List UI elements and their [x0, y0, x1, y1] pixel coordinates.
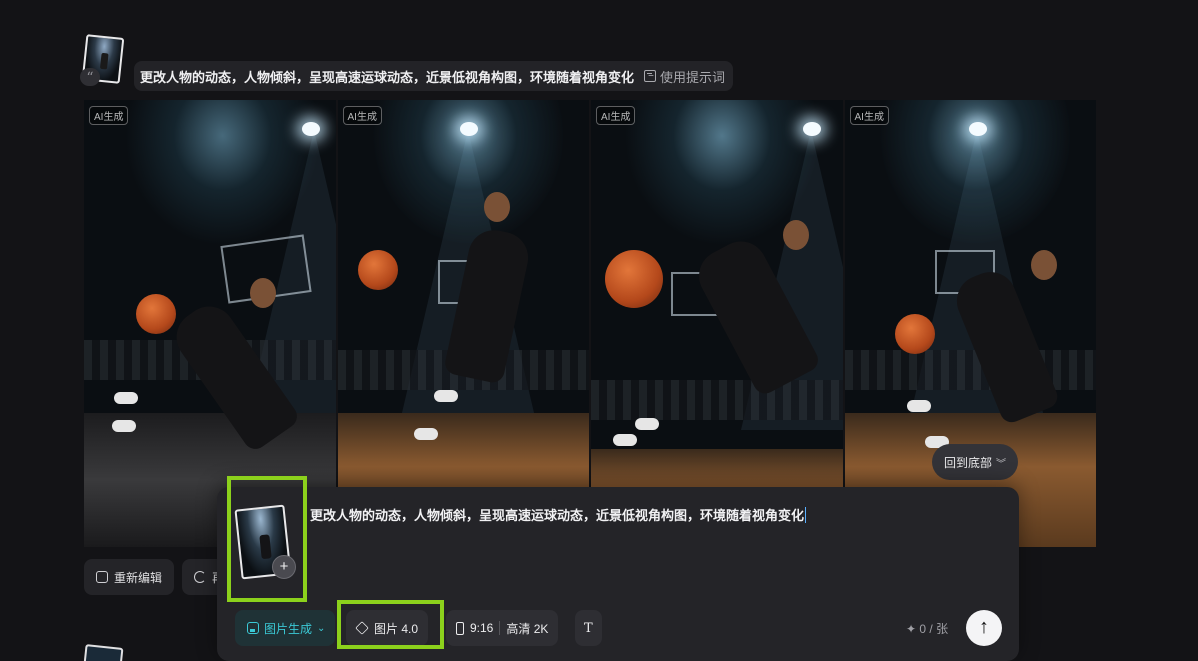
- re-edit-button[interactable]: 重新编辑: [84, 559, 175, 595]
- prompt-text: 更改人物的动态，人物倾斜，呈现高速运球动态，近景低视角构图，环境随着视角变化: [140, 69, 635, 85]
- ai-generated-tag: AI生成: [89, 106, 129, 125]
- highlight-box-model: [337, 600, 444, 649]
- generated-image-2[interactable]: AI生成: [337, 100, 589, 547]
- ai-generated-tag: AI生成: [596, 106, 636, 125]
- shoe: [413, 428, 438, 440]
- generated-image-3[interactable]: AI生成: [591, 100, 843, 547]
- mode-label: 图片生成: [264, 621, 313, 636]
- prompt-input[interactable]: 更改人物的动态，人物倾斜，呈现高速运球动态，近景低视角构图，环境随着视角变化: [310, 505, 807, 524]
- edit-icon: [96, 571, 108, 583]
- shoe: [906, 400, 931, 412]
- text-style-button[interactable]: T: [575, 610, 602, 646]
- send-button[interactable]: ↑: [966, 610, 1002, 646]
- prompt-input-text: 更改人物的动态，人物倾斜，呈现高速运球动态，近景低视角构图，环境随着视角变化: [310, 508, 805, 523]
- back-to-bottom-button[interactable]: 回到底部 ︾: [932, 444, 1018, 480]
- phone-ratio-icon: [456, 621, 464, 635]
- basketball: [136, 294, 176, 334]
- ai-generated-tag: AI生成: [342, 106, 382, 125]
- spotlight: [968, 122, 987, 136]
- basketball: [894, 314, 935, 354]
- use-prompt-button[interactable]: 使用提示词: [644, 67, 725, 86]
- crowd: [591, 380, 843, 420]
- shoe: [613, 434, 637, 446]
- text-caret: [805, 507, 807, 523]
- text-style-icon: T: [584, 620, 593, 636]
- ai-generated-tag: AI生成: [849, 106, 889, 125]
- ratio-quality-button[interactable]: 9:16 高清 2K: [446, 610, 559, 646]
- prompt-chip: 更改人物的动态，人物倾斜，呈现高速运球动态，近景低视角构图，环境随着视角变化 使…: [134, 61, 734, 91]
- chevron-down-icon: ︾: [996, 458, 1006, 470]
- basketball: [357, 250, 398, 290]
- player-head: [1030, 250, 1057, 280]
- spotlight: [803, 122, 821, 136]
- ratio-label: 9:16: [470, 621, 494, 635]
- divider: [499, 621, 501, 635]
- spotlight: [459, 122, 478, 136]
- image-generate-icon: [247, 622, 259, 634]
- player-head: [250, 278, 276, 308]
- shoe: [635, 418, 659, 430]
- crowd: [844, 350, 1096, 390]
- prompt-icon: [644, 70, 657, 82]
- highlight-box-reference: [227, 476, 307, 602]
- shoe: [114, 392, 138, 404]
- quality-label: 高清 2K: [506, 621, 549, 636]
- basketball: [605, 250, 663, 308]
- refresh-icon: [194, 571, 206, 583]
- use-prompt-label: 使用提示词: [660, 69, 726, 85]
- re-edit-label: 重新编辑: [114, 570, 163, 585]
- credit-counter: ✦ 0 / 张: [906, 622, 949, 636]
- generation-mode-dropdown[interactable]: 图片生成 ⌄: [235, 610, 336, 646]
- player-head: [483, 192, 510, 222]
- quote-icon: “: [80, 68, 100, 86]
- chevron-down-icon: ⌄: [317, 622, 326, 634]
- shoe: [433, 390, 458, 402]
- back-to-bottom-label: 回到底部: [943, 455, 992, 470]
- player-head: [783, 220, 809, 250]
- spotlight: [302, 122, 320, 136]
- next-message-thumbnail: [82, 644, 124, 661]
- shoe: [112, 420, 136, 432]
